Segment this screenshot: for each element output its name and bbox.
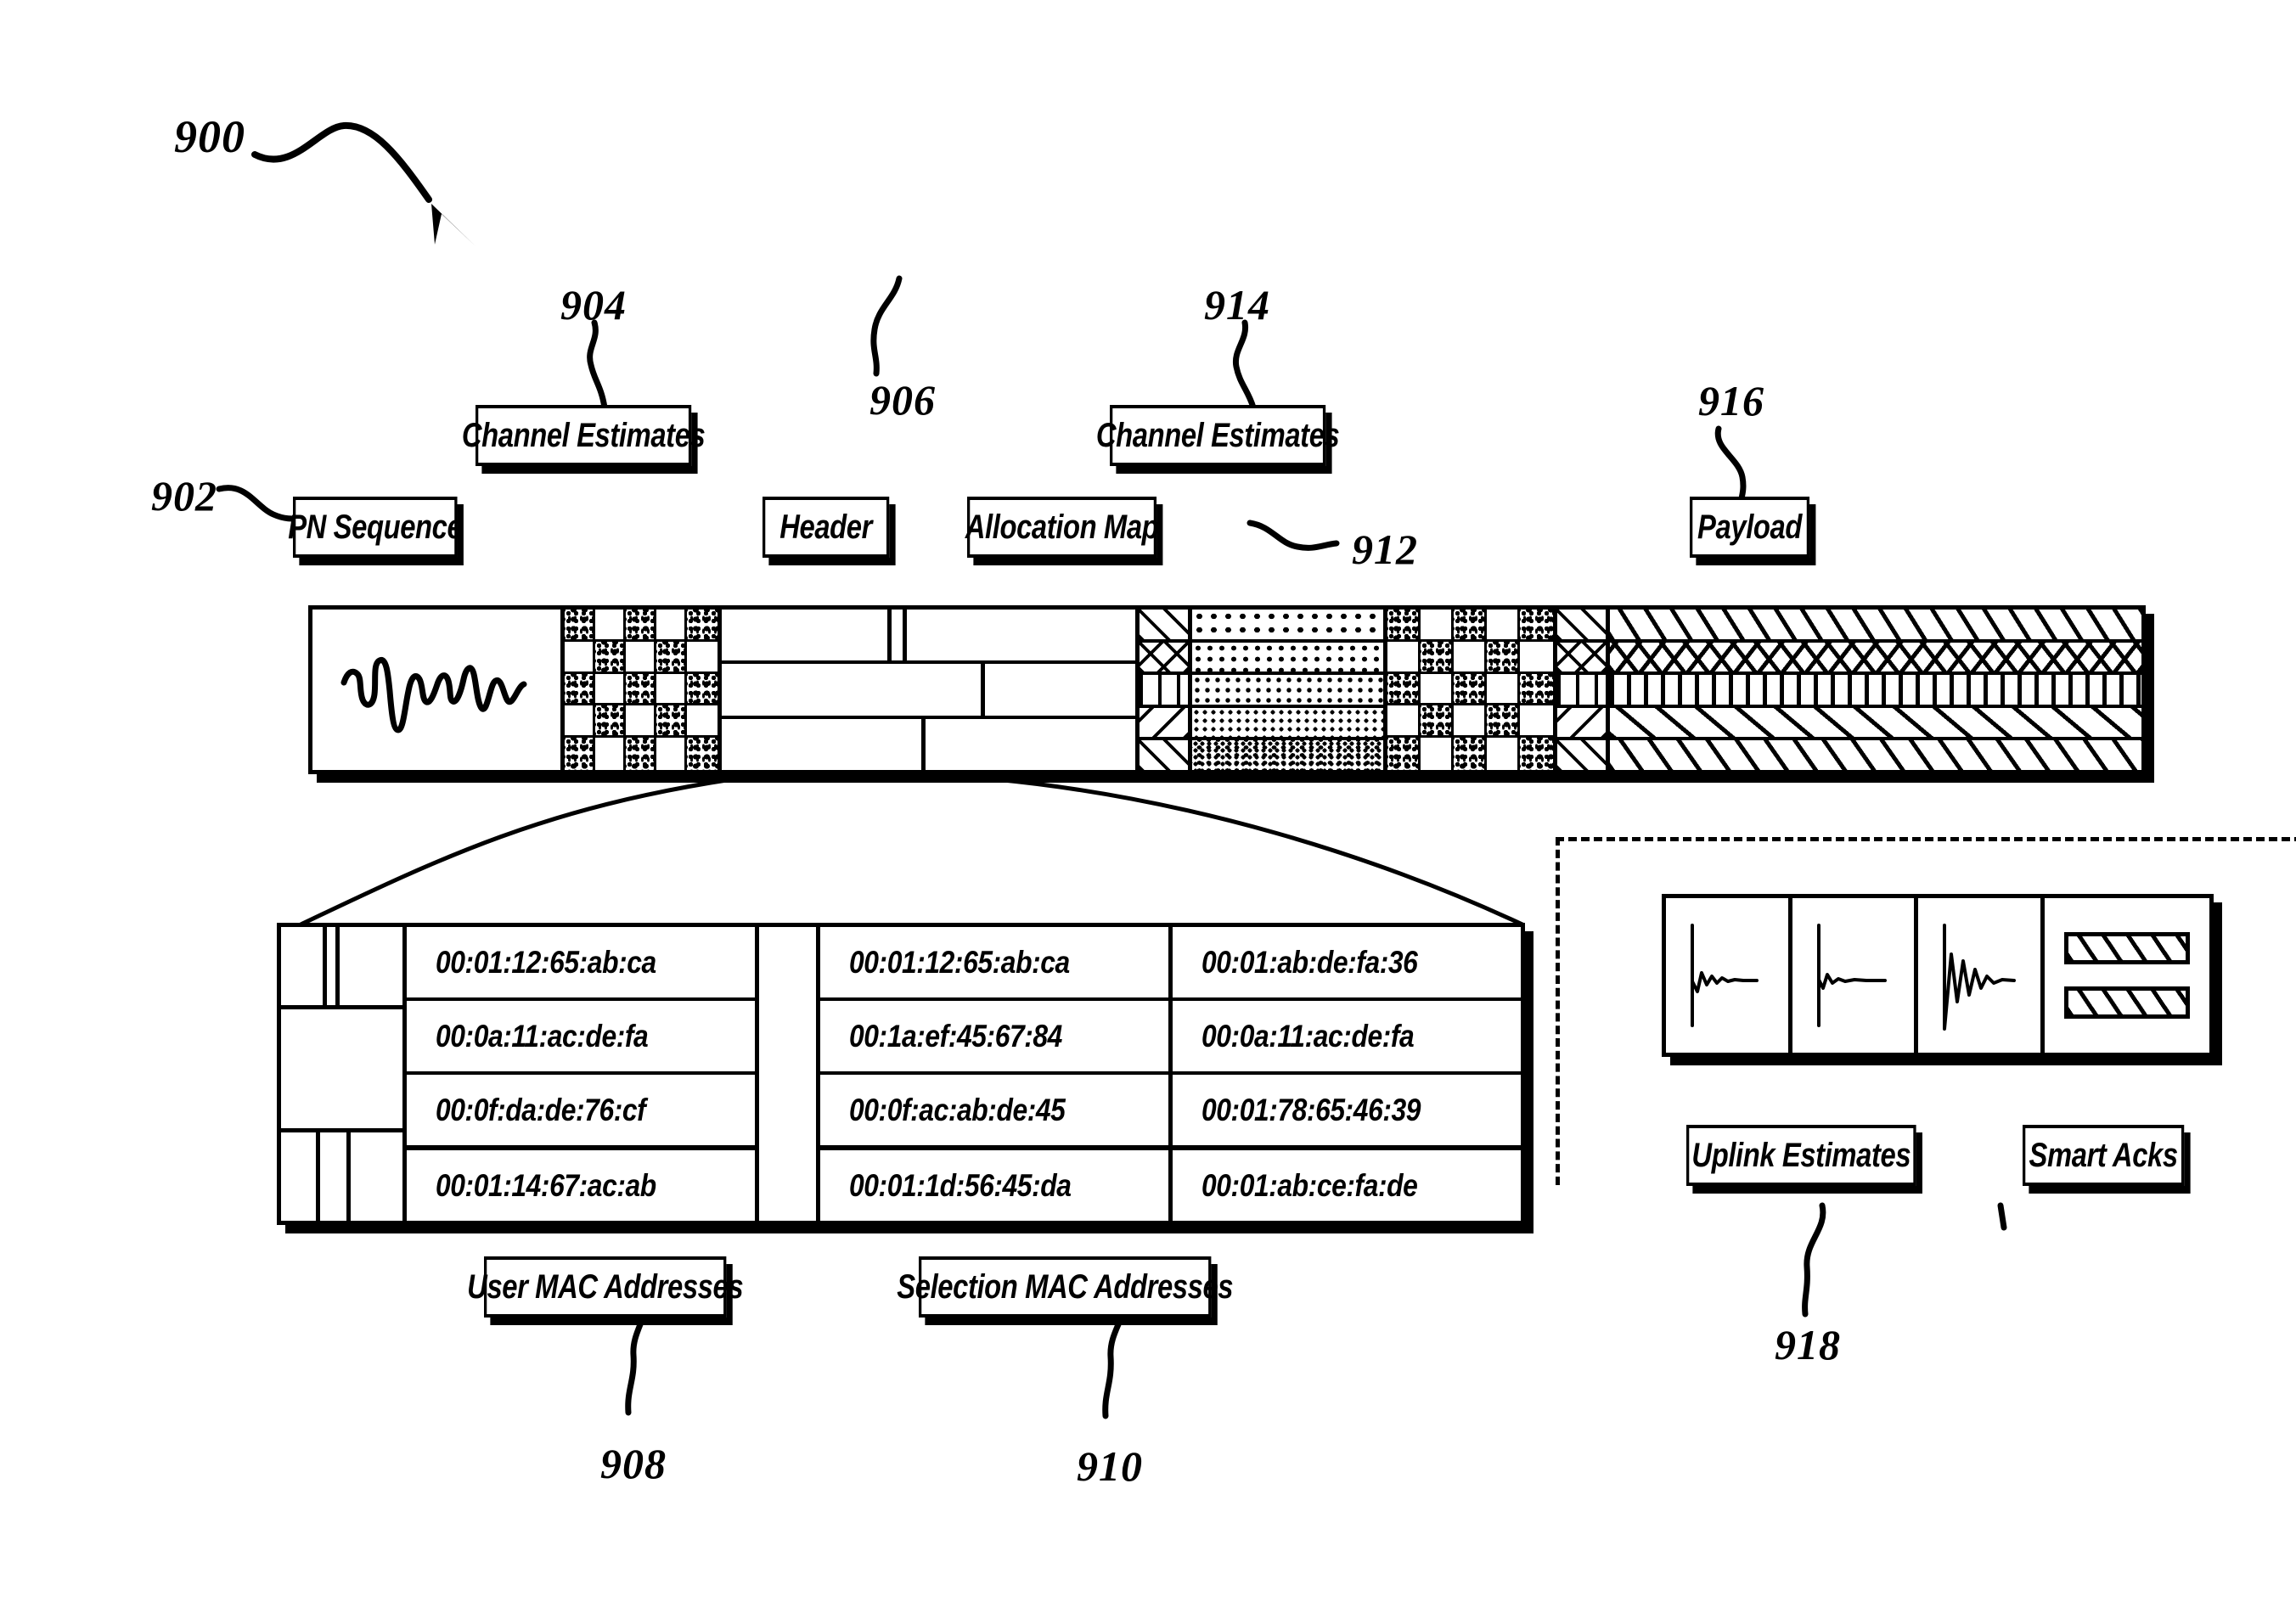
label-channel-estimates-left: Channel Estimates bbox=[462, 405, 706, 466]
label-channel-estimates-right: Channel Estimates bbox=[1096, 405, 1340, 466]
detail-row bbox=[281, 1132, 402, 1221]
label-text: Allocation Map bbox=[965, 508, 1159, 546]
refnum-906: 906 bbox=[869, 376, 936, 424]
header-row bbox=[722, 718, 1135, 770]
refnum-910: 910 bbox=[1077, 1442, 1143, 1490]
table-row: 00:01:1d:56:45:da bbox=[820, 1150, 1168, 1221]
packet-segment-pn-sequence bbox=[312, 610, 560, 770]
mac-column-additional: 00:01:ab:de:fa:36 00:0a:11:ac:de:fa 00:0… bbox=[1173, 927, 1521, 1221]
impulse-response-icon bbox=[1943, 924, 2017, 1031]
packet-segment-header bbox=[718, 610, 1135, 770]
refnum-904: 904 bbox=[560, 281, 627, 329]
mac-value: 00:01:ab:ce:fa:de bbox=[1201, 1167, 1418, 1203]
label-text: PN Sequence bbox=[288, 508, 463, 546]
packet-segment-allocation-map bbox=[1188, 610, 1383, 770]
header-row bbox=[722, 664, 1135, 719]
table-row: 00:1a:ef:45:67:84 bbox=[820, 1001, 1168, 1075]
packet-segment-allocation-pillar bbox=[1135, 610, 1188, 770]
refnum-900: 900 bbox=[174, 111, 245, 162]
label-text: Selection MAC Addresses bbox=[897, 1267, 1234, 1306]
label-text: Header bbox=[779, 508, 872, 546]
label-smart-acks: Smart Acks bbox=[2023, 1125, 2185, 1186]
table-row: 00:01:12:65:ab:ca bbox=[407, 927, 755, 1001]
refnum-916: 916 bbox=[1698, 377, 1764, 424]
mac-value: 00:0a:11:ac:de:fa bbox=[1201, 1018, 1415, 1054]
impulse-response-cell bbox=[1918, 898, 2046, 1053]
impulse-response-cell bbox=[1792, 898, 1919, 1053]
table-row: 00:0f:ac:ab:de:45 bbox=[820, 1075, 1168, 1150]
label-allocation-map: Allocation Map bbox=[965, 497, 1159, 558]
label-uplink-estimates: Uplink Estimates bbox=[1686, 1125, 1916, 1186]
mac-value: 00:1a:ef:45:67:84 bbox=[849, 1018, 1062, 1054]
mac-column-selection: 00:01:12:65:ab:ca 00:1a:ef:45:67:84 00:0… bbox=[820, 927, 1173, 1221]
mac-address-table: 00:01:12:65:ab:ca 00:0a:11:ac:de:fa 00:0… bbox=[277, 923, 1525, 1225]
ack-bar bbox=[2064, 932, 2190, 964]
label-text: Uplink Estimates bbox=[1691, 1136, 1911, 1174]
table-row: 00:0a:11:ac:de:fa bbox=[1173, 1001, 1521, 1075]
mac-value: 00:01:ab:de:fa:36 bbox=[1201, 944, 1418, 980]
mac-value: 00:0a:11:ac:de:fa bbox=[436, 1018, 649, 1054]
packet-segment-channel-estimates-2 bbox=[1383, 610, 1553, 770]
figure-canvas: 900 904 906 914 916 902 912 908 910 918 … bbox=[0, 0, 2296, 1607]
mac-value: 00:01:14:67:ac:ab bbox=[436, 1167, 656, 1203]
label-selection-mac-addresses: Selection MAC Addresses bbox=[897, 1256, 1234, 1318]
mac-value: 00:01:78:65:46:39 bbox=[1201, 1092, 1421, 1127]
label-user-mac-addresses: User MAC Addresses bbox=[467, 1256, 744, 1318]
label-text: Channel Estimates bbox=[461, 416, 706, 454]
mac-table-spacer-column bbox=[759, 927, 820, 1221]
refnum-918: 918 bbox=[1775, 1321, 1841, 1368]
label-text: User MAC Addresses bbox=[467, 1267, 744, 1306]
detail-row bbox=[281, 1009, 402, 1133]
table-row: 00:01:78:65:46:39 bbox=[1173, 1075, 1521, 1150]
label-text: Payload bbox=[1697, 508, 1802, 546]
table-row: 00:01:14:67:ac:ab bbox=[407, 1150, 755, 1221]
impulse-response-icon bbox=[1816, 924, 1887, 1027]
impulse-response-icon bbox=[1690, 924, 1759, 1027]
mac-value: 00:0f:da:de:76:cf bbox=[436, 1092, 646, 1127]
label-text: Channel Estimates bbox=[1095, 416, 1340, 454]
leader-lines bbox=[216, 121, 2007, 1419]
ack-bar bbox=[2064, 986, 2190, 1019]
pn-waveform-icon bbox=[340, 656, 527, 733]
packet-structure-bar bbox=[308, 605, 2146, 774]
packet-segment-payload-pillar bbox=[1553, 610, 1606, 770]
table-row: 00:01:ab:de:fa:36 bbox=[1173, 927, 1521, 1001]
packet-segment-channel-estimates-1 bbox=[560, 610, 718, 770]
label-header: Header bbox=[763, 497, 890, 558]
mac-value: 00:01:12:65:ab:ca bbox=[849, 944, 1070, 980]
mac-value: 00:01:1d:56:45:da bbox=[849, 1167, 1072, 1203]
table-row: 00:01:ab:ce:fa:de bbox=[1173, 1150, 1521, 1221]
refnum-912: 912 bbox=[1352, 525, 1418, 573]
label-text: Smart Acks bbox=[2029, 1136, 2179, 1174]
table-row: 00:0a:11:ac:de:fa bbox=[407, 1001, 755, 1075]
label-payload: Payload bbox=[1690, 497, 1810, 558]
header-row bbox=[722, 610, 1135, 665]
mac-value: 00:01:12:65:ab:ca bbox=[436, 944, 656, 980]
label-pn-sequence: PN Sequence bbox=[288, 497, 463, 558]
table-row: 00:0f:da:de:76:cf bbox=[407, 1075, 755, 1150]
refnum-914: 914 bbox=[1204, 281, 1270, 329]
table-row: 00:01:12:65:ab:ca bbox=[820, 927, 1168, 1001]
uplink-estimates-panel bbox=[1662, 894, 2214, 1057]
mac-column-user: 00:01:12:65:ab:ca 00:0a:11:ac:de:fa 00:0… bbox=[407, 927, 759, 1221]
mac-value: 00:0f:ac:ab:de:45 bbox=[849, 1092, 1066, 1127]
smart-acks-cell bbox=[2045, 898, 2209, 1053]
refnum-902: 902 bbox=[151, 472, 217, 520]
packet-segment-payload bbox=[1606, 610, 2141, 770]
impulse-response-cell bbox=[1666, 898, 1792, 1053]
mac-table-header-detail bbox=[281, 927, 407, 1221]
fig-arrowhead bbox=[431, 204, 476, 246]
detail-row bbox=[281, 927, 402, 1009]
refnum-908: 908 bbox=[600, 1440, 667, 1487]
